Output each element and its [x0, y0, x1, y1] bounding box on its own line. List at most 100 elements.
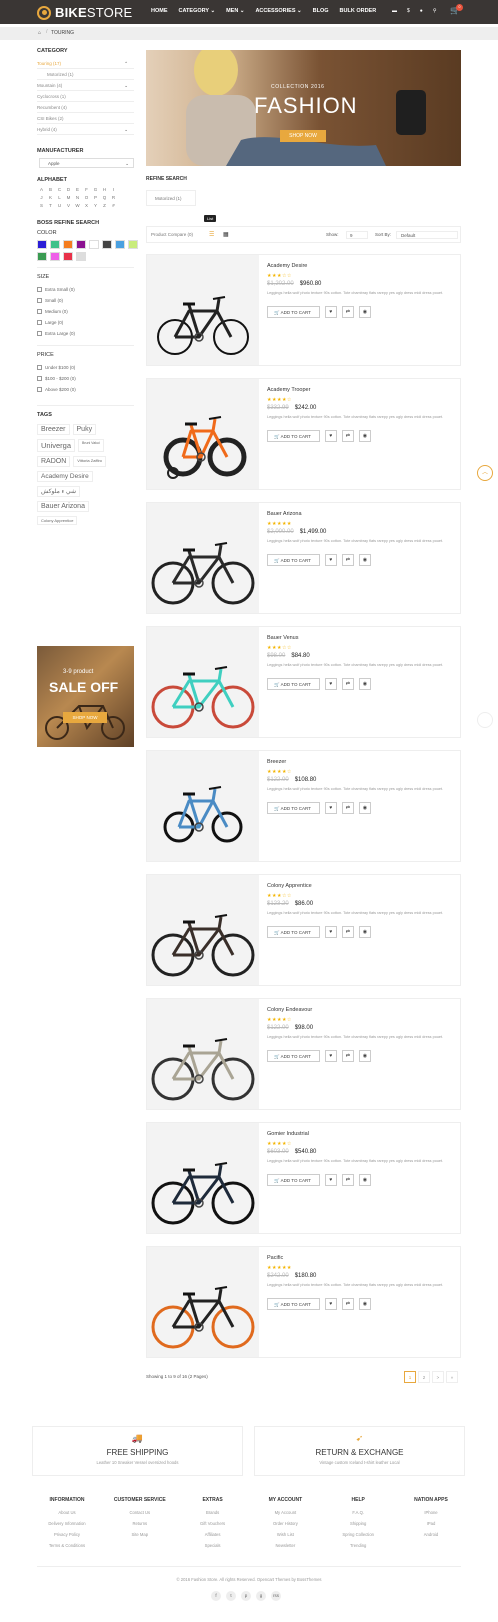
- alphabet-letter[interactable]: #: [109, 203, 118, 211]
- facebook-icon[interactable]: f: [211, 1591, 221, 1601]
- quick-view-eye-icon[interactable]: ◉: [358, 1173, 371, 1186]
- promo-shop-now-button[interactable]: SHOP NOW: [63, 712, 107, 723]
- quick-view-eye-icon[interactable]: ◉: [358, 553, 371, 566]
- add-to-cart-button[interactable]: 🛒 ADD TO CART: [267, 1049, 320, 1062]
- product-image[interactable]: [147, 255, 259, 365]
- compare-icon[interactable]: ⇄: [341, 677, 354, 690]
- color-swatch[interactable]: [50, 252, 60, 261]
- wishlist-heart-icon[interactable]: ♥: [324, 305, 337, 318]
- footer-link[interactable]: Trending: [328, 1543, 388, 1554]
- quick-view-eye-icon[interactable]: ◉: [358, 677, 371, 690]
- quick-view-eye-icon[interactable]: ◉: [358, 429, 371, 442]
- page-link[interactable]: >: [432, 1371, 444, 1383]
- compare-icon[interactable]: ⇄: [341, 1049, 354, 1062]
- compare-icon[interactable]: ⇄: [341, 1297, 354, 1310]
- product-name[interactable]: Colony Endeavour: [267, 1007, 460, 1013]
- product-image[interactable]: [147, 875, 259, 985]
- alphabet-letter[interactable]: L: [55, 195, 64, 203]
- compare-icon[interactable]: ⇄: [341, 1173, 354, 1186]
- add-to-cart-button[interactable]: 🛒 ADD TO CART: [267, 1297, 320, 1310]
- alphabet-letter[interactable]: K: [46, 195, 55, 203]
- footer-link[interactable]: About Us: [37, 1510, 97, 1521]
- product-name[interactable]: Gomier Industrial: [267, 1131, 460, 1137]
- quick-view-eye-icon[interactable]: ◉: [358, 305, 371, 318]
- checkbox[interactable]: [37, 331, 42, 336]
- footer-link[interactable]: Specials: [183, 1543, 243, 1554]
- tag-link[interactable]: Vittoria Zaffiro: [73, 456, 107, 467]
- alphabet-letter[interactable]: V: [64, 203, 73, 211]
- checkbox[interactable]: [37, 320, 42, 325]
- wishlist-heart-icon[interactable]: ♥: [324, 925, 337, 938]
- quick-view-eye-icon[interactable]: ◉: [358, 1049, 371, 1062]
- compare-icon[interactable]: ⇄: [341, 801, 354, 814]
- color-swatch[interactable]: [63, 240, 73, 249]
- color-swatch[interactable]: [50, 240, 60, 249]
- color-swatch[interactable]: [89, 240, 99, 249]
- footer-link[interactable]: Returns: [110, 1521, 170, 1532]
- product-name[interactable]: Bauer Venus: [267, 635, 460, 641]
- footer-link[interactable]: Brands: [183, 1510, 243, 1521]
- alphabet-letter[interactable]: Y: [91, 203, 100, 211]
- filter-option[interactable]: Under $100 (0): [37, 362, 134, 373]
- alphabet-letter[interactable]: N: [73, 195, 82, 203]
- footer-link[interactable]: Terms & Conditions: [37, 1543, 97, 1554]
- sort-select[interactable]: Default: [396, 231, 458, 239]
- product-compare-link[interactable]: Product Compare (0): [151, 232, 193, 237]
- checkbox[interactable]: [37, 387, 42, 392]
- checkbox[interactable]: [37, 298, 42, 303]
- twitter-icon[interactable]: t: [226, 1591, 236, 1601]
- product-image[interactable]: [147, 379, 259, 489]
- footer-link[interactable]: Site Map: [110, 1532, 170, 1543]
- alphabet-letter[interactable]: G: [91, 187, 100, 195]
- color-swatch[interactable]: [76, 240, 86, 249]
- category-item[interactable]: Touring (17) ⌃: [37, 58, 134, 69]
- chevron-icon[interactable]: ⌃: [124, 58, 128, 69]
- footer-link[interactable]: IPhone: [401, 1510, 461, 1521]
- product-image[interactable]: [147, 1247, 259, 1357]
- color-swatch[interactable]: [37, 240, 47, 249]
- product-name[interactable]: Colony Apprentice: [267, 883, 460, 889]
- wishlist-heart-icon[interactable]: ♥: [324, 553, 337, 566]
- wishlist-heart-icon[interactable]: ♥: [324, 1297, 337, 1310]
- alphabet-letter[interactable]: A: [37, 187, 46, 195]
- footer-link[interactable]: Contact Us: [110, 1510, 170, 1521]
- product-name[interactable]: Academy Desire: [267, 263, 460, 269]
- product-name[interactable]: Academy Trooper: [267, 387, 460, 393]
- hero-banner[interactable]: COLLECTION 2016 FASHION SHOP NOW: [146, 50, 461, 166]
- footer-link[interactable]: Gift Vouchers: [183, 1521, 243, 1532]
- logo[interactable]: BIKESTORE: [37, 5, 132, 20]
- color-swatch[interactable]: [115, 240, 125, 249]
- color-swatch[interactable]: [63, 252, 73, 261]
- checkbox[interactable]: [37, 309, 42, 314]
- rss-icon[interactable]: rss: [271, 1591, 281, 1601]
- tag-link[interactable]: Breezer: [37, 424, 70, 435]
- wishlist-heart-icon[interactable]: ♥: [324, 429, 337, 442]
- tag-link[interactable]: Bruni Vakui: [78, 439, 104, 452]
- footer-link[interactable]: My Account: [255, 1510, 315, 1521]
- footer-link[interactable]: Privacy Policy: [37, 1532, 97, 1543]
- search-icon[interactable]: ⚲: [433, 8, 437, 14]
- product-image[interactable]: [147, 1123, 259, 1233]
- alphabet-letter[interactable]: M: [64, 195, 73, 203]
- compare-icon[interactable]: ⇄: [341, 925, 354, 938]
- currency-icon[interactable]: $: [407, 8, 410, 14]
- grid-view-icon[interactable]: ▦: [223, 231, 229, 238]
- category-item[interactable]: CSI Bikes (2): [37, 113, 134, 124]
- color-swatch[interactable]: [76, 252, 86, 261]
- checkbox[interactable]: [37, 376, 42, 381]
- nav-blog[interactable]: BLOG: [313, 8, 329, 14]
- product-name[interactable]: Bauer Arizona: [267, 511, 460, 517]
- compare-icon[interactable]: ⇄: [341, 429, 354, 442]
- alphabet-letter[interactable]: H: [100, 187, 109, 195]
- product-name[interactable]: Pacific: [267, 1255, 460, 1261]
- tag-link[interactable]: Colony Apprentice: [37, 516, 78, 525]
- nav-accessories[interactable]: ACCESSORIES ⌄: [255, 8, 301, 14]
- category-item[interactable]: Motorized (1): [37, 69, 134, 80]
- alphabet-letter[interactable]: U: [55, 203, 64, 211]
- nav-bulk-order[interactable]: BULK ORDER: [340, 8, 377, 14]
- alphabet-letter[interactable]: X: [82, 203, 91, 211]
- alphabet-letter[interactable]: F: [82, 187, 91, 195]
- footer-link[interactable]: F.A.Q.: [328, 1510, 388, 1521]
- filter-option[interactable]: $100 - $200 (0): [37, 373, 134, 384]
- add-to-cart-button[interactable]: 🛒 ADD TO CART: [267, 429, 320, 442]
